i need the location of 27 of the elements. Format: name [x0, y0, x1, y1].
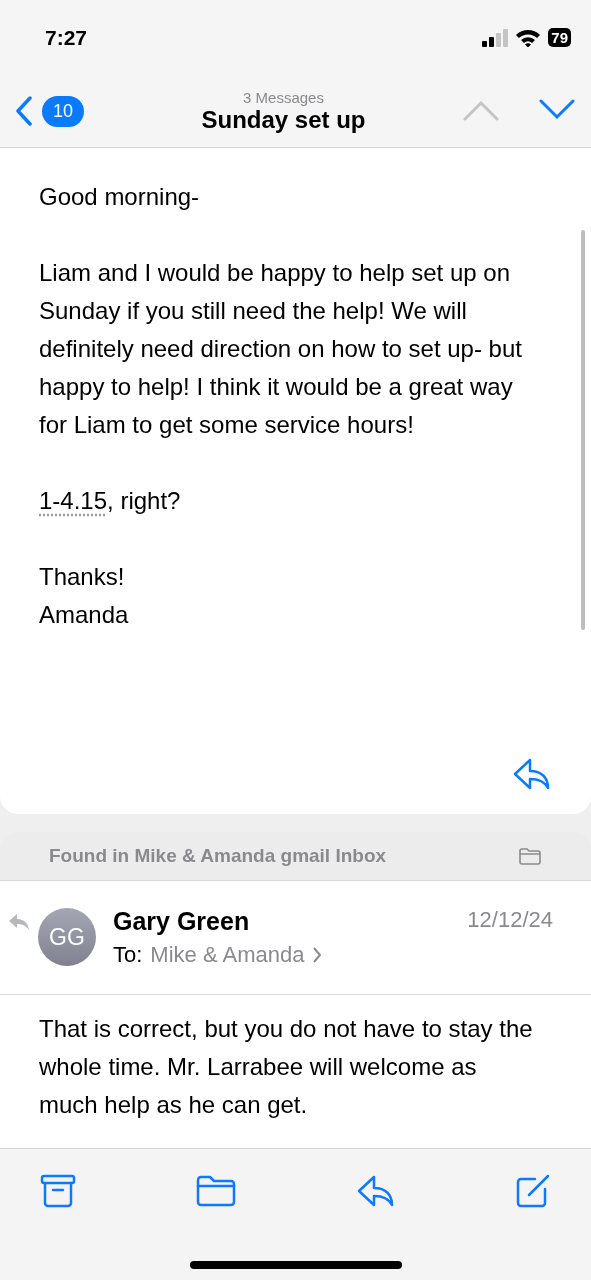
sender-avatar: GG	[38, 908, 96, 966]
recipient-link[interactable]: Mike & Amanda	[150, 942, 323, 968]
message-paragraph: 1-4.15, right?	[39, 486, 182, 516]
message-line: Amanda	[39, 600, 130, 630]
message-paragraph: Liam and I would be happy to help set up on Sunday if you still need the help! We will definitely need direction on how to set up- but happy to help! I think it would be a great way for Liam to get some service hours!	[39, 258, 523, 440]
chevron-left-icon[interactable]	[16, 96, 32, 126]
mailbox-label: Found in Mike & Amanda gmail Inbox	[49, 845, 387, 867]
wifi-icon	[515, 28, 542, 47]
clock-time: 7:27	[45, 25, 88, 50]
message-paragraph: Good morning-	[39, 182, 201, 212]
message-date: 12/12/24	[467, 907, 553, 934]
folder-icon[interactable]	[196, 1175, 237, 1207]
reply-icon[interactable]	[356, 1175, 395, 1207]
thread-title: Sunday set up	[201, 105, 366, 134]
message-body: That is correct, but you do not have to stay the whole time. Mr. Larrabee will welcome as much help as he can get.	[38, 1014, 534, 1120]
signal-icon	[482, 28, 509, 47]
recipient-label: To:	[113, 942, 143, 968]
reply-icon[interactable]	[513, 758, 551, 790]
folder-icon	[519, 847, 541, 865]
time-link[interactable]: 1-4.15	[39, 487, 108, 514]
archive-icon[interactable]	[40, 1174, 76, 1208]
chevron-right-icon[interactable]	[312, 946, 323, 964]
compose-icon[interactable]	[515, 1173, 551, 1209]
message-line: Thanks!	[39, 562, 126, 592]
message-count: 3 Messages	[243, 88, 324, 106]
battery-level: 79	[548, 28, 571, 47]
sender-name: Gary Green	[113, 907, 250, 936]
